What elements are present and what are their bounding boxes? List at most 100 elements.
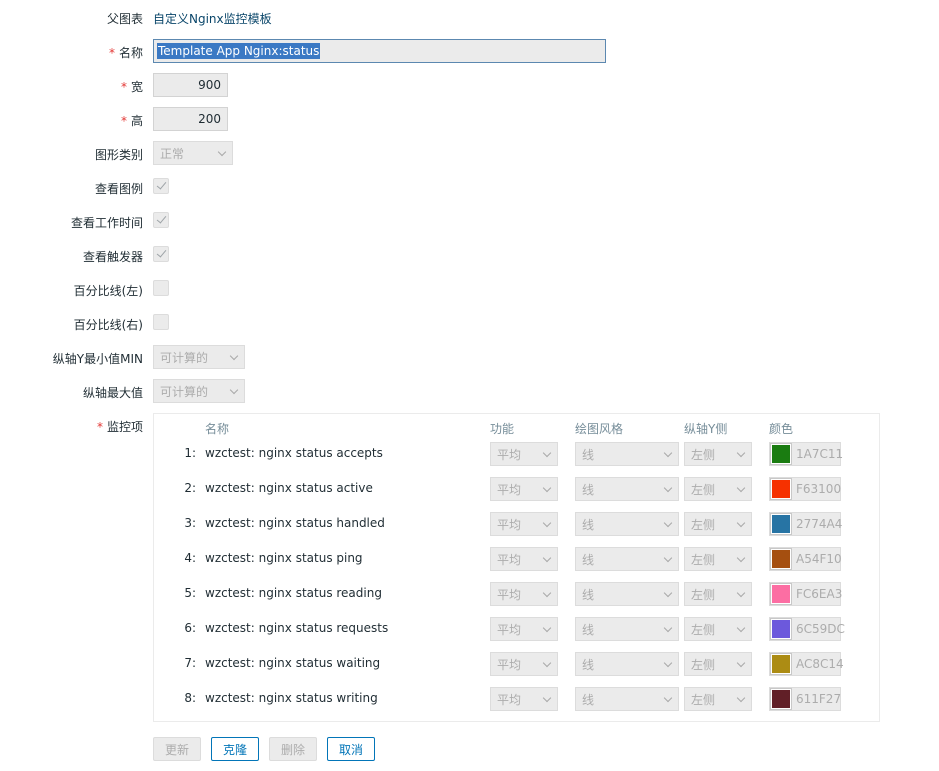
draw-style-select[interactable]: 线	[575, 617, 679, 641]
width-input[interactable]: 900	[153, 73, 228, 97]
clone-button[interactable]: 克隆	[211, 737, 259, 761]
percentile-left-label: 百分比线(左)	[73, 284, 143, 298]
table-row: 3: wzctest: nginx status handled 平均线左侧 2774…	[154, 507, 879, 542]
chevron-down-icon	[542, 483, 552, 493]
y-max-label: 纵轴最大值	[82, 386, 143, 400]
draw-style-select[interactable]: 线	[575, 477, 679, 501]
function-select[interactable]: 平均	[490, 442, 558, 466]
y-side-select[interactable]: 左侧	[684, 582, 752, 606]
function-select[interactable]: 平均	[490, 617, 558, 641]
chevron-down-icon	[736, 553, 746, 563]
show-triggers-checkbox[interactable]	[153, 246, 169, 262]
height-label: * 高	[120, 114, 143, 128]
percentile-left-checkbox[interactable]	[153, 280, 169, 296]
draw-style-select[interactable]: 线	[575, 442, 679, 466]
chevron-down-icon	[736, 623, 746, 633]
y-side-select[interactable]: 左侧	[684, 547, 752, 571]
chevron-down-icon	[229, 385, 239, 395]
table-row: 7: wzctest: nginx status waiting 平均线左侧 AC8C…	[154, 647, 879, 682]
item-name: wzctest: nginx status ping	[205, 551, 363, 565]
y-side-select[interactable]: 左侧	[684, 477, 752, 501]
graph-type-label: 图形类别	[94, 148, 143, 162]
chevron-down-icon	[542, 448, 552, 458]
required-mark: *	[120, 114, 127, 128]
parent-graph-label: 父图表	[106, 12, 143, 26]
item-name: wzctest: nginx status waiting	[205, 656, 381, 670]
color-swatch[interactable]	[770, 548, 792, 570]
percentile-right-label: 百分比线(右)	[73, 318, 143, 332]
function-select[interactable]: 平均	[490, 582, 558, 606]
draw-style-select[interactable]: 线	[575, 582, 679, 606]
name-input[interactable]: Template App Nginx:status	[153, 39, 606, 63]
chevron-down-icon	[663, 448, 673, 458]
chevron-down-icon	[736, 448, 746, 458]
row-number: 7:	[184, 656, 196, 670]
show-triggers-label: 查看触发器	[82, 250, 143, 264]
header-draw-style: 绘图风格	[575, 422, 624, 436]
width-label: * 宽	[120, 80, 143, 94]
color-swatch[interactable]	[770, 478, 792, 500]
check-icon	[156, 179, 167, 190]
row-number: 2:	[184, 481, 196, 495]
color-swatch[interactable]	[770, 618, 792, 640]
function-select[interactable]: 平均	[490, 652, 558, 676]
draw-style-select[interactable]: 线	[575, 652, 679, 676]
y-side-select[interactable]: 左侧	[684, 652, 752, 676]
function-select[interactable]: 平均	[490, 687, 558, 711]
chevron-down-icon	[217, 147, 227, 157]
function-select[interactable]: 平均	[490, 512, 558, 536]
items-label: * 监控项	[96, 420, 143, 434]
chevron-down-icon	[229, 351, 239, 361]
table-row: 6: wzctest: nginx status requests 平均线左侧 6C5…	[154, 612, 879, 647]
percentile-right-checkbox[interactable]	[153, 314, 169, 330]
y-side-select[interactable]: 左侧	[684, 442, 752, 466]
show-legend-label: 查看图例	[94, 182, 143, 196]
delete-button[interactable]: 删除	[269, 737, 317, 761]
update-button[interactable]: 更新	[153, 737, 201, 761]
table-row: 1: wzctest: nginx status accepts 平均线左侧 1A7C…	[154, 437, 879, 472]
color-swatch[interactable]	[770, 583, 792, 605]
chevron-down-icon	[542, 553, 552, 563]
draw-style-select[interactable]: 线	[575, 512, 679, 536]
items-table: 名称 功能 绘图风格 纵轴Y侧 颜色 1: wzctest: nginx stat…	[153, 413, 880, 722]
color-swatch[interactable]	[770, 688, 792, 710]
table-row: 5: wzctest: nginx status reading 平均线左侧 FC6E…	[154, 577, 879, 612]
chevron-down-icon	[542, 693, 552, 703]
chevron-down-icon	[663, 553, 673, 563]
header-function: 功能	[490, 422, 515, 436]
y-min-select[interactable]: 可计算的	[153, 345, 245, 369]
color-swatch[interactable]	[770, 513, 792, 535]
check-icon	[156, 213, 167, 224]
show-work-period-label: 查看工作时间	[70, 216, 143, 230]
row-number: 6:	[184, 621, 196, 635]
show-legend-checkbox[interactable]	[153, 178, 169, 194]
chevron-down-icon	[663, 483, 673, 493]
function-select[interactable]: 平均	[490, 477, 558, 501]
name-label: * 名称	[108, 46, 143, 60]
required-mark: *	[96, 420, 103, 434]
chevron-down-icon	[542, 623, 552, 633]
height-input[interactable]: 200	[153, 107, 228, 131]
draw-style-select[interactable]: 线	[575, 547, 679, 571]
chevron-down-icon	[542, 518, 552, 528]
graph-type-select[interactable]: 正常	[153, 141, 233, 165]
y-side-select[interactable]: 左侧	[684, 617, 752, 641]
y-max-select[interactable]: 可计算的	[153, 379, 245, 403]
table-row: 8: wzctest: nginx status writing 平均线左侧 611F…	[154, 682, 879, 717]
item-name: wzctest: nginx status reading	[205, 586, 382, 600]
color-swatch[interactable]	[770, 653, 792, 675]
y-side-select[interactable]: 左侧	[684, 687, 752, 711]
name-input-selected-text: Template App Nginx:status	[157, 43, 321, 59]
header-name: 名称	[205, 422, 230, 436]
table-row: 2: wzctest: nginx status active 平均线左侧 F6310…	[154, 472, 879, 507]
chevron-down-icon	[542, 588, 552, 598]
required-mark: *	[108, 46, 115, 60]
y-side-select[interactable]: 左侧	[684, 512, 752, 536]
color-swatch[interactable]	[770, 443, 792, 465]
function-select[interactable]: 平均	[490, 547, 558, 571]
cancel-button[interactable]: 取消	[327, 737, 375, 761]
row-number: 8:	[184, 691, 196, 705]
show-work-period-checkbox[interactable]	[153, 212, 169, 228]
draw-style-select[interactable]: 线	[575, 687, 679, 711]
parent-graph-link[interactable]: 自定义Nginx监控模板	[153, 10, 272, 27]
